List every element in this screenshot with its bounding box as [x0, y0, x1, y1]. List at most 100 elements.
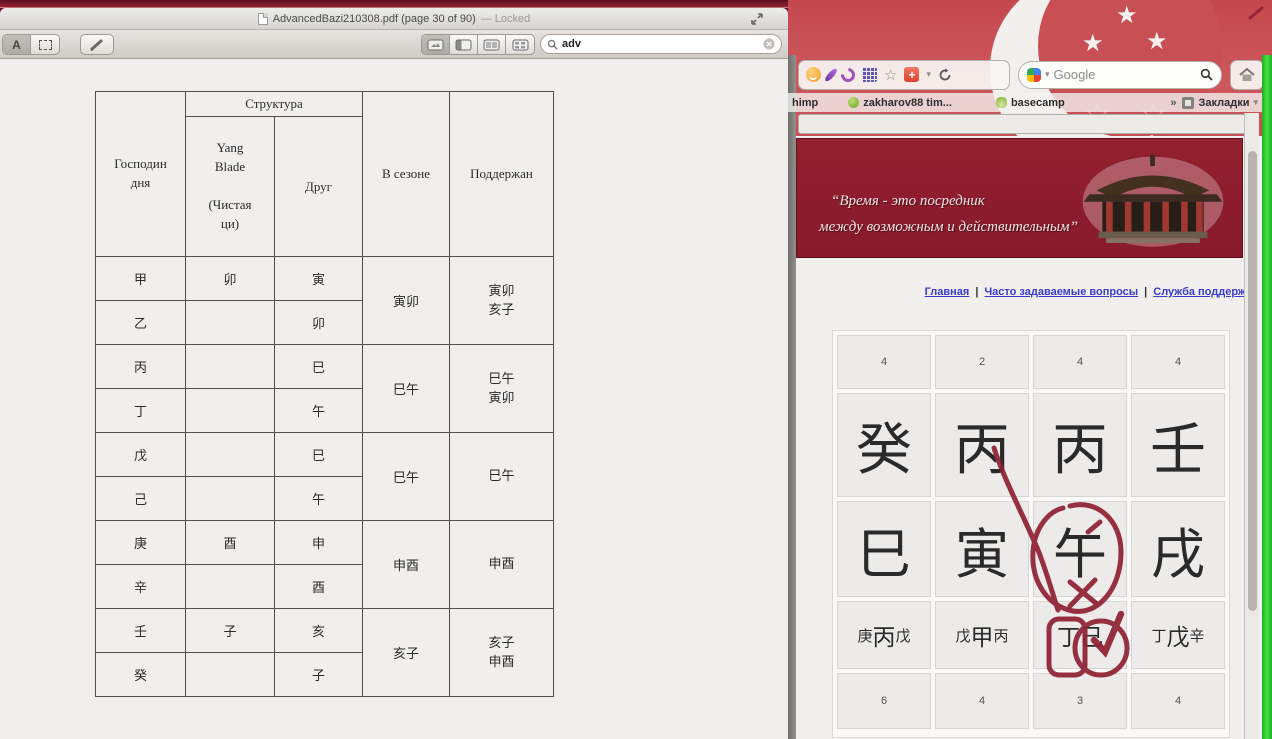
feather-addon-icon[interactable]	[824, 66, 839, 82]
table-cell: 巳午	[363, 345, 450, 433]
bookmarks-bar: himp zakharov88 tim... basecamp » Заклад…	[788, 93, 1262, 112]
bookmark-label: basecamp	[1011, 97, 1065, 109]
pillar-score[interactable]: 3	[1033, 673, 1127, 729]
bookmark-item[interactable]: basecamp	[996, 97, 1065, 109]
earthly-branch-cell[interactable]: 午	[1033, 501, 1127, 597]
google-logo-icon[interactable]	[1027, 68, 1041, 82]
heavenly-stem-cell[interactable]: 丙	[1033, 393, 1127, 497]
view-contact-sheet-button[interactable]	[506, 35, 534, 54]
bookmarks-overflow-chevron[interactable]: »	[1170, 97, 1176, 109]
pillar-score[interactable]: 4	[935, 673, 1029, 729]
pdf-page[interactable]: Господин дня Структура В сезоне Поддержа…	[0, 59, 788, 739]
table-cell: 寅卯 亥子	[450, 257, 554, 345]
swirl-addon-icon[interactable]	[838, 65, 858, 85]
table-cell: 卯	[275, 301, 363, 345]
bookmark-star-icon[interactable]: ☆	[884, 66, 897, 84]
pdf-titlebar[interactable]: AdvancedBazi210308.pdf (page 30 of 90) —…	[0, 8, 788, 30]
fullscreen-icon[interactable]	[750, 12, 764, 26]
earthly-branch-cell[interactable]: 寅	[935, 501, 1029, 597]
hidden-stems-cell[interactable]: 戊 甲 丙	[935, 601, 1029, 669]
hidden-stem: 庚	[857, 625, 872, 646]
table-cell: 申	[275, 521, 363, 565]
earthly-branch-cell[interactable]: 巳	[837, 501, 931, 597]
motto-line2: между возможным и действительным”	[819, 215, 1078, 241]
pillar-score[interactable]: 2	[935, 335, 1029, 389]
heavenly-stem-cell[interactable]: 癸	[837, 393, 931, 497]
header-day-master: Господин дня	[96, 92, 186, 257]
chevron-down-icon[interactable]: ▾	[926, 69, 931, 80]
home-button[interactable]	[1230, 60, 1264, 90]
grid-row-hidden-stems: 庚 丙 戊 戊 甲 丙 丁己 丁	[837, 601, 1225, 669]
firefox-window: ★ ★ ★ ☆ ☆ ☆ + ▾ ▾	[788, 0, 1272, 739]
pdf-search-field[interactable]: adv	[540, 34, 782, 54]
bookmarks-menu-label: Закладки	[1198, 97, 1249, 109]
earthly-branch-cell[interactable]: 戌	[1131, 501, 1225, 597]
bookmark-label: zakharov88 tim...	[863, 97, 952, 109]
table-cell: 丁	[96, 389, 186, 433]
search-icon	[547, 39, 558, 50]
search-bar[interactable]: ▾ Google	[1018, 61, 1222, 89]
grid-addon-icon[interactable]	[862, 67, 877, 82]
hidden-stem-main: 甲	[971, 618, 994, 652]
pillar-score[interactable]: 4	[1131, 673, 1225, 729]
rect-select-tool-button[interactable]	[31, 35, 59, 54]
hidden-stem: 戊	[955, 625, 970, 646]
browser-scrollbar[interactable]	[1244, 113, 1259, 739]
bookmarks-menu-button[interactable]: Закладки ▾	[1182, 97, 1258, 109]
nav-link-faq[interactable]: Часто задаваемые вопросы	[984, 286, 1138, 298]
site-motto: “Время - это посредник между возможным и…	[831, 189, 1078, 240]
hidden-stems-cell[interactable]: 丁己	[1033, 601, 1127, 669]
table-cell: 午	[275, 477, 363, 521]
table-cell	[186, 301, 275, 345]
table-cell: 子	[275, 653, 363, 697]
grid-row-earthly-branches: 巳 寅 午 戌	[837, 501, 1225, 597]
view-content-only-button[interactable]	[422, 35, 450, 54]
view-mode-group	[421, 34, 535, 55]
home-icon	[1239, 68, 1255, 82]
pillar-score[interactable]: 4	[1131, 335, 1225, 389]
view-two-pages-button[interactable]	[478, 35, 506, 54]
search-engine-dropdown-icon[interactable]: ▾	[1045, 69, 1050, 80]
reload-icon[interactable]	[938, 68, 952, 82]
bookmark-item[interactable]: himp	[792, 97, 818, 109]
flag-star: ★	[1116, 4, 1138, 28]
table-cell: 亥子	[363, 609, 450, 697]
pillar-score[interactable]: 4	[837, 335, 931, 389]
view-thumbnails-button[interactable]	[450, 35, 478, 54]
table-cell: 辛	[96, 565, 186, 609]
heavenly-stem-cell[interactable]: 壬	[1131, 393, 1225, 497]
nav-link-home[interactable]: Главная	[925, 286, 970, 298]
page-top-bar	[798, 114, 1254, 134]
addon-icons-box: ☆ + ▾	[798, 60, 1010, 90]
window-edge	[788, 55, 796, 739]
smiley-addon-icon[interactable]	[806, 67, 821, 82]
table-cell	[186, 477, 275, 521]
table-cell	[186, 565, 275, 609]
table-cell: 戊	[96, 433, 186, 477]
hidden-stem: 丁	[1151, 625, 1166, 646]
annotate-pencil-button[interactable]	[80, 34, 114, 55]
nav-link-support[interactable]: Служба поддержки	[1153, 286, 1258, 298]
bazi-chart-grid: 4 2 4 4 癸 丙 丙 壬 巳 寅 午 戌	[832, 330, 1230, 738]
site-nav-links: Главная | Часто задаваемые вопросы | Слу…	[925, 286, 1258, 298]
text-select-tool-button[interactable]: A	[3, 35, 31, 54]
bookmark-item[interactable]: zakharov88 tim...	[848, 97, 952, 109]
hidden-stem-main: 戊	[1167, 618, 1190, 652]
pillar-score[interactable]: 4	[1033, 335, 1127, 389]
browser-nav-toolbar: ☆ + ▾ ▾ Google	[798, 58, 1264, 91]
scrollbar-thumb[interactable]	[1248, 151, 1257, 611]
heavenly-stem-cell[interactable]: 丙	[935, 393, 1029, 497]
header-structure: Структура	[186, 92, 363, 117]
clear-search-icon[interactable]	[763, 38, 775, 50]
pillar-score[interactable]: 6	[837, 673, 931, 729]
pdf-window-title: AdvancedBazi210308.pdf (page 30 of 90)	[273, 13, 476, 25]
bookmarks-menu-icon	[1182, 97, 1194, 109]
addon-plus-icon[interactable]: +	[904, 67, 919, 82]
table-cell: 巳午	[450, 433, 554, 521]
search-input[interactable]: Google	[1054, 67, 1196, 82]
site-favicon	[848, 97, 859, 108]
hidden-stems-cell[interactable]: 丁 戊 辛	[1131, 601, 1225, 669]
search-icon[interactable]	[1200, 68, 1213, 81]
hidden-stems-cell[interactable]: 庚 丙 戊	[837, 601, 931, 669]
hidden-stem: 辛	[1190, 625, 1205, 646]
